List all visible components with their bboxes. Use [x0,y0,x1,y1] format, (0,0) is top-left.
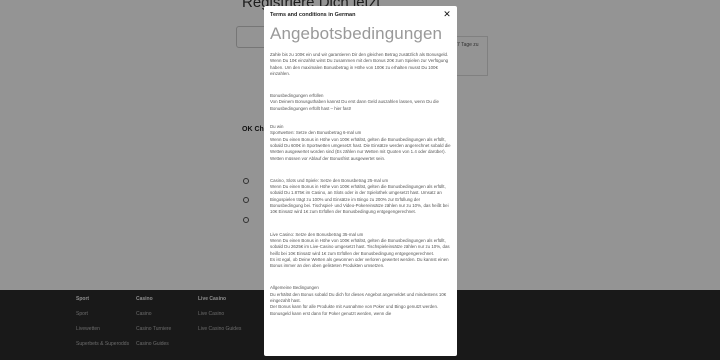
terms-modal: Terms and conditions in German ✕ Angebot… [264,6,457,356]
terms-paragraph: Zahle bis zu 100€ ein und wir garantiere… [270,52,449,76]
terms-paragraph: Casino, Slots und Spiele: Setze den Bonu… [270,177,449,215]
terms-heading: Angebotsbedingungen [270,24,443,43]
terms-paragraph: Live Casino: Setze den Bonusbetrag 35-ma… [270,231,450,269]
modal-title: Terms and conditions in German [270,12,356,18]
modal-header: Terms and conditions in German ✕ [264,6,457,25]
terms-paragraph: Du win Sportwetten: Setze den Bonusbetra… [270,124,451,161]
close-icon[interactable]: ✕ [442,9,452,19]
modal-body: Angebotsbedingungen Zahle bis zu 100€ ei… [264,24,457,317]
terms-paragraph: Bonusbedingungen erfüllen Von Deinem Bon… [270,93,439,111]
terms-paragraph: Allgemeine Bedingungen Du erhältst den B… [270,285,447,316]
